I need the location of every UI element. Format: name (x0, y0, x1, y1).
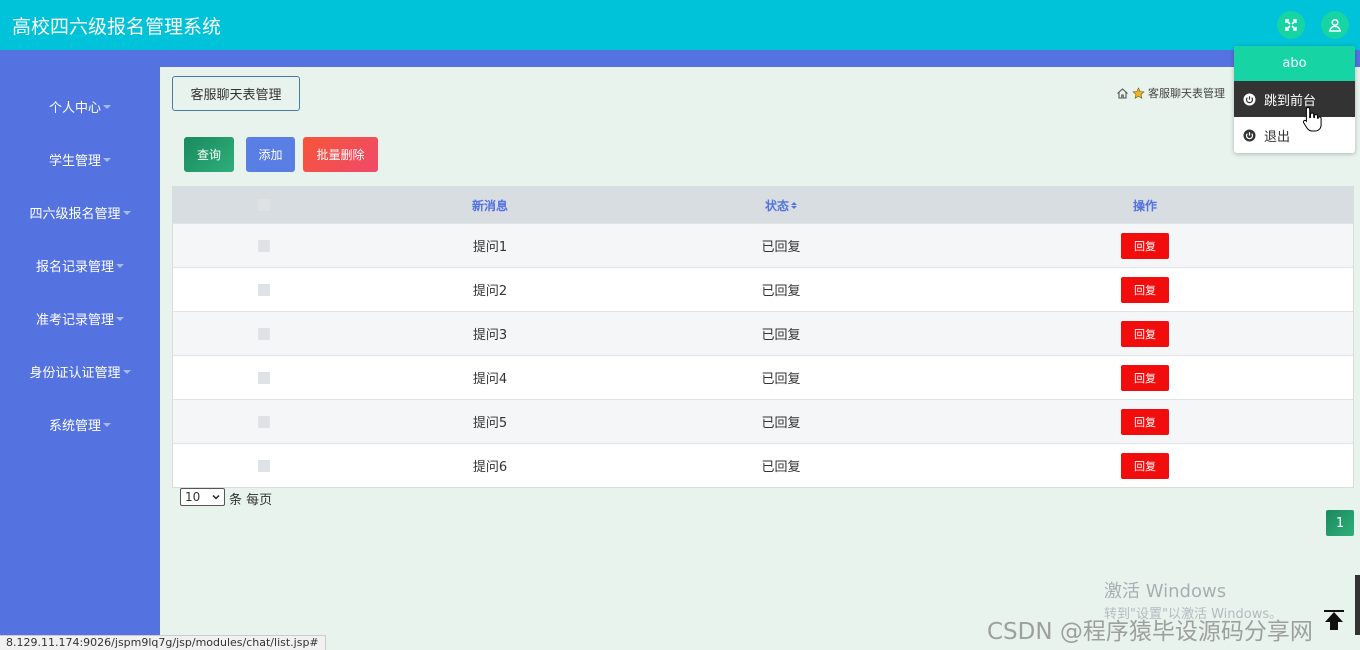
sidebar-item-label: 学生管理 (48, 154, 101, 169)
message-cell: 提问3 (472, 328, 508, 343)
column-header-status[interactable]: 状态 (625, 187, 937, 223)
caret-down-icon (103, 104, 111, 109)
caret-down-icon (116, 316, 124, 321)
select-all-checkbox[interactable] (258, 199, 270, 211)
column-header-action: 操作 (1132, 198, 1157, 213)
row-checkbox[interactable] (258, 415, 270, 428)
reply-button[interactable]: 回复 (1121, 364, 1169, 391)
top-bar: 高校四六级报名管理系统 (0, 0, 1360, 50)
scrollbar[interactable] (1355, 575, 1360, 635)
table-row: 提问3 已回复 回复 (173, 311, 1353, 355)
message-cell: 提问6 (472, 460, 508, 475)
row-checkbox[interactable] (258, 283, 270, 296)
page-number-button[interactable]: 1 (1326, 510, 1354, 536)
row-checkbox[interactable] (258, 327, 270, 340)
page-size-label: 条 每页 (229, 493, 273, 508)
caret-down-icon (122, 210, 131, 215)
sidebar-item-system[interactable]: 系统管理 (0, 415, 160, 434)
row-checkbox[interactable] (258, 459, 270, 472)
sidebar-item-label: 身份证认证管理 (29, 366, 121, 381)
csdn-watermark: CSDN @程序猿毕设源码分享网 (987, 619, 1313, 645)
menu-item-logout[interactable]: 退出 (1234, 117, 1355, 153)
sidebar-item-personal-center[interactable]: 个人中心 (0, 97, 160, 116)
user-button[interactable] (1321, 11, 1349, 39)
sort-icon[interactable] (791, 201, 797, 209)
batch-delete-button[interactable]: 批量删除 (303, 137, 378, 172)
reply-button[interactable]: 回复 (1121, 452, 1169, 479)
caret-down-icon (103, 157, 111, 162)
sidebar-item-label: 报名记录管理 (35, 260, 114, 275)
message-cell: 提问4 (472, 372, 508, 387)
back-to-top-icon[interactable] (1321, 608, 1347, 634)
expand-icon (1285, 19, 1297, 31)
hand-cursor-icon (1302, 106, 1322, 132)
power-icon (1243, 93, 1256, 105)
add-button[interactable]: 添加 (246, 137, 295, 172)
reply-button[interactable]: 回复 (1121, 232, 1169, 259)
table-header: 新消息 状态 操作 (173, 187, 1353, 223)
browser-status-url: 8.129.11.174:9026/jspm9lq7g/jsp/modules/… (0, 635, 326, 650)
user-icon (1328, 18, 1342, 32)
caret-down-icon (116, 263, 124, 268)
menu-item-go-frontend[interactable]: 跳到前台 (1234, 81, 1355, 117)
row-checkbox[interactable] (258, 239, 270, 252)
menu-item-label: 退出 (1264, 129, 1291, 145)
user-dropdown-menu: abo 跳到前台 退出 (1234, 46, 1355, 153)
status-cell: 已回复 (761, 372, 801, 387)
status-cell: 已回复 (761, 460, 801, 475)
sidebar-item-id-verification[interactable]: 身份证认证管理 (0, 362, 160, 381)
dropdown-username: abo (1234, 46, 1355, 81)
sidebar-item-registration-records[interactable]: 报名记录管理 (0, 256, 160, 275)
sidebar-item-label: 准考记录管理 (35, 313, 114, 328)
chat-table: 新消息 状态 操作 提问1 已回复 回复 提问2 已回复 回复 提问3 已回复 … (172, 186, 1354, 488)
sidebar-item-cet-registration[interactable]: 四六级报名管理 (0, 203, 160, 222)
column-header-label: 状态 (764, 198, 789, 213)
table-row: 提问1 已回复 回复 (173, 223, 1353, 267)
sidebar-item-admission-records[interactable]: 准考记录管理 (0, 309, 160, 328)
fullscreen-button[interactable] (1277, 11, 1305, 39)
page-size-value: 10 (185, 490, 201, 504)
column-header-message: 新消息 (471, 198, 508, 213)
reply-button[interactable]: 回复 (1121, 408, 1169, 435)
status-cell: 已回复 (761, 284, 801, 299)
chevron-down-icon (212, 494, 220, 500)
caret-down-icon (122, 369, 131, 374)
table-row: 提问2 已回复 回复 (173, 267, 1353, 311)
sidebar-item-students[interactable]: 学生管理 (0, 150, 160, 169)
status-cell: 已回复 (761, 328, 801, 343)
power-icon (1243, 129, 1256, 141)
message-cell: 提问1 (472, 240, 508, 255)
row-checkbox[interactable] (258, 371, 270, 384)
sidebar-item-label: 四六级报名管理 (29, 207, 121, 222)
star-icon (1132, 86, 1145, 99)
caret-down-icon (103, 422, 111, 427)
message-cell: 提问2 (472, 284, 508, 299)
status-cell: 已回复 (761, 240, 801, 255)
breadcrumb: 客服聊天表管理 (1116, 85, 1225, 101)
table-row: 提问6 已回复 回复 (173, 443, 1353, 487)
windows-activation-title: 激活 Windows (1104, 581, 1227, 602)
page-size-select[interactable]: 10 (180, 488, 225, 506)
table-row: 提问4 已回复 回复 (173, 355, 1353, 399)
sidebar-item-label: 系统管理 (48, 419, 101, 434)
reply-button[interactable]: 回复 (1121, 320, 1169, 347)
sidebar-item-label: 个人中心 (48, 101, 101, 116)
home-icon[interactable] (1116, 87, 1129, 100)
message-cell: 提问5 (472, 416, 508, 431)
query-button[interactable]: 查询 (184, 137, 234, 172)
breadcrumb-current: 客服聊天表管理 (1148, 87, 1225, 100)
sidebar: 个人中心 学生管理 四六级报名管理 报名记录管理 准考记录管理 身份证认证管理 … (0, 67, 160, 650)
app-title: 高校四六级报名管理系统 (12, 16, 222, 38)
reply-button[interactable]: 回复 (1121, 276, 1169, 303)
status-cell: 已回复 (761, 416, 801, 431)
table-row: 提问5 已回复 回复 (173, 399, 1353, 443)
tab-chat-management[interactable]: 客服聊天表管理 (172, 76, 300, 111)
header-stripe (0, 50, 1360, 67)
